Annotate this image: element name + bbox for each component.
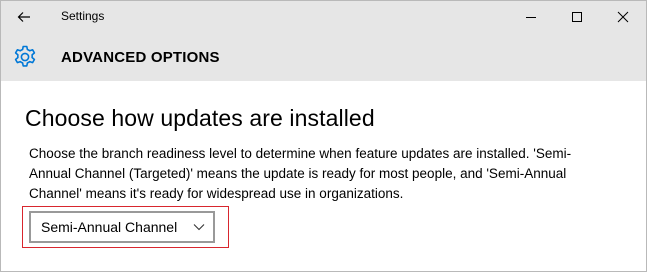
settings-window: Settings ADVANCED OPTIONS Choose how upd… — [0, 0, 647, 272]
window-title: Settings — [61, 9, 105, 23]
section-heading: Choose how updates are installed — [25, 105, 375, 131]
description-line: Channel' means it's ready for widespread… — [29, 186, 404, 201]
gear-icon — [14, 45, 36, 67]
close-icon — [617, 11, 629, 23]
back-button[interactable] — [9, 3, 39, 31]
minimize-button[interactable] — [508, 1, 554, 33]
description-line: Annual Channel (Targeted)' means the upd… — [29, 166, 567, 181]
title-bar: Settings — [1, 1, 646, 33]
main-content: Choose how updates are installed Choose … — [1, 81, 646, 271]
dropdown-selected-value: Semi-Annual Channel — [41, 219, 178, 235]
back-arrow-icon — [17, 12, 30, 22]
maximize-button[interactable] — [554, 1, 600, 33]
description-line: Choose the branch readiness level to det… — [29, 146, 572, 161]
page-header: ADVANCED OPTIONS — [1, 33, 646, 81]
minimize-icon — [526, 17, 536, 18]
chevron-down-icon — [193, 224, 205, 231]
section-description: Choose the branch readiness level to det… — [29, 144, 629, 204]
maximize-icon — [572, 12, 582, 22]
page-title: ADVANCED OPTIONS — [61, 49, 220, 66]
close-button[interactable] — [600, 1, 646, 33]
branch-readiness-dropdown[interactable]: Semi-Annual Channel — [29, 211, 215, 243]
